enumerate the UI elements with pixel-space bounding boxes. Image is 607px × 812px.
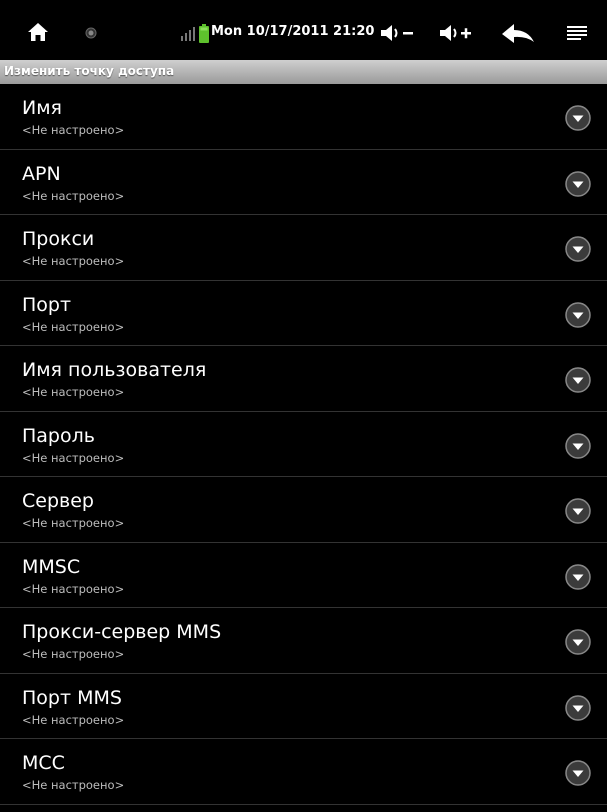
chevron-down-icon[interactable]	[564, 366, 592, 394]
chevron-down-icon[interactable]	[564, 759, 592, 787]
list-item-title: MCC	[22, 752, 65, 774]
list-item-title: Прокси-сервер MMS	[22, 621, 222, 643]
back-icon[interactable]	[500, 22, 536, 46]
list-item-summary: <Не настроено>	[22, 254, 125, 268]
signal-icon	[180, 24, 196, 42]
chevron-down-icon[interactable]	[564, 235, 592, 263]
list-item-title: MMSC	[22, 555, 81, 578]
chevron-down-icon[interactable]	[564, 432, 592, 460]
apn-settings-list: Имя <Не настроено> APN <Не настроено> Пр…	[0, 84, 607, 805]
list-item[interactable]: Сервер <Не настроено>	[0, 477, 607, 543]
list-item-summary: <Не настроено>	[22, 123, 125, 137]
list-item-summary: <Не настроено>	[22, 188, 125, 203]
list-item-title: Прокси	[22, 228, 95, 250]
chevron-down-icon[interactable]	[564, 628, 592, 656]
status-bar: Mon 10/17/2011 21:20	[0, 0, 607, 60]
list-item[interactable]: MMSC <Не настроено>	[0, 543, 607, 608]
list-item[interactable]: Прокси <Не настроено>	[0, 215, 607, 281]
list-item-title: Сервер	[22, 490, 94, 512]
list-item-title: Порт	[22, 293, 72, 316]
chevron-down-icon[interactable]	[564, 170, 592, 198]
list-item[interactable]: Порт <Не настроено>	[0, 281, 607, 346]
list-item-summary: <Не настроено>	[22, 516, 125, 530]
list-item-summary: <Не настроено>	[22, 712, 125, 727]
list-item-summary: <Не настроено>	[22, 385, 125, 399]
list-item-summary: <Не настроено>	[22, 450, 125, 465]
title-bar: Изменить точку доступа	[0, 60, 607, 84]
volume-down-icon[interactable]	[379, 22, 415, 44]
chevron-down-icon[interactable]	[564, 694, 592, 722]
list-item[interactable]: Имя пользователя <Не настроено>	[0, 346, 607, 412]
notification-dot-icon[interactable]	[84, 26, 98, 40]
list-item[interactable]: Имя <Не настроено>	[0, 84, 607, 150]
list-item[interactable]: APN <Не настроено>	[0, 150, 607, 215]
chevron-down-icon[interactable]	[564, 497, 592, 525]
list-item[interactable]: MCC <Не настроено>	[0, 739, 607, 805]
list-item-summary: <Не настроено>	[22, 647, 125, 661]
volume-up-icon[interactable]	[438, 22, 474, 44]
status-clock: Mon 10/17/2011 21:20	[211, 24, 375, 39]
chevron-down-icon[interactable]	[564, 104, 592, 132]
list-item-summary: <Не настроено>	[22, 778, 125, 792]
home-icon[interactable]	[26, 20, 50, 44]
menu-icon[interactable]	[566, 24, 588, 44]
list-item[interactable]: Порт MMS <Не настроено>	[0, 674, 607, 739]
list-item-title: Имя	[22, 97, 62, 119]
chevron-down-icon[interactable]	[564, 563, 592, 591]
list-item[interactable]: Пароль <Не настроено>	[0, 412, 607, 477]
list-item[interactable]: Прокси-сервер MMS <Не настроено>	[0, 608, 607, 674]
page-title: Изменить точку доступа	[4, 64, 175, 78]
battery-icon	[199, 24, 209, 43]
list-item-summary: <Не настроено>	[22, 581, 125, 596]
list-item-title: APN	[22, 162, 61, 185]
list-item-title: Имя пользователя	[22, 359, 207, 381]
list-item-title: Пароль	[22, 424, 95, 447]
list-item-title: Порт MMS	[22, 686, 122, 709]
chevron-down-icon[interactable]	[564, 301, 592, 329]
list-item-summary: <Не настроено>	[22, 319, 125, 334]
